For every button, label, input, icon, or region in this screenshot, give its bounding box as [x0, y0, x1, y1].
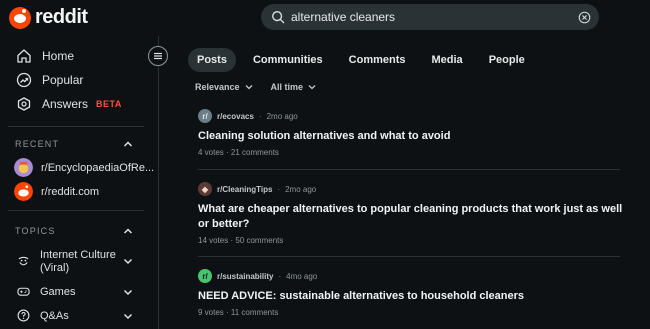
post-stats: 14 votes · 50 comments	[198, 236, 284, 245]
search-result-post[interactable]: r/ r/sustainability · 4mo ago NEED ADVIC…	[198, 269, 628, 317]
logo-text: reddit	[35, 6, 88, 28]
recent-item-label: r/EncyclopaediaOfRe...	[41, 161, 155, 174]
post-stats: 9 votes · 11 comments	[198, 308, 279, 317]
post-age: 2mo ago	[285, 184, 317, 194]
search-input[interactable]: alternative cleaners	[291, 10, 578, 24]
recent-item-label: r/reddit.com	[41, 185, 100, 198]
qa-icon	[17, 309, 30, 322]
subreddit-icon[interactable]: ◆	[198, 182, 212, 196]
tab-media[interactable]: Media	[423, 48, 472, 72]
popular-icon	[16, 72, 32, 88]
subreddit-avatar	[14, 182, 33, 201]
topic-label-line2: (Viral)	[40, 262, 70, 274]
post-comments: 50 comments	[235, 236, 284, 245]
sidebar-item-popular[interactable]: Popular	[16, 72, 83, 88]
expand-internet-culture-icon[interactable]	[122, 255, 134, 267]
clear-search-icon[interactable]	[578, 11, 591, 24]
collapse-sidebar-button[interactable]	[148, 46, 168, 66]
hamburger-icon	[154, 52, 162, 60]
top-bar: reddit alternative cleaners	[0, 0, 650, 36]
tab-comments[interactable]: Comments	[340, 48, 415, 72]
topic-label: Q&As	[40, 309, 69, 322]
subreddit-link[interactable]: r/CleaningTips	[217, 185, 272, 194]
topic-label: Internet Culture	[40, 249, 116, 261]
sidebar-divider	[8, 210, 144, 211]
sidebar-item-label: Home	[42, 49, 75, 63]
expand-qas-icon[interactable]	[122, 310, 134, 322]
search-result-tabs: Posts Communities Comments Media People	[188, 48, 542, 72]
post-meta: r/ r/ecovacs · 2mo ago	[198, 109, 628, 123]
gamepad-icon	[17, 287, 30, 296]
subreddit-link[interactable]: r/sustainability	[217, 272, 273, 281]
post-stats: 4 votes · 21 comments	[198, 148, 279, 157]
collapse-topics-icon[interactable]	[122, 225, 134, 237]
post-comments: 11 comments	[230, 308, 279, 317]
sort-label: Relevance	[195, 82, 240, 92]
time-label: All time	[270, 82, 304, 92]
sidebar-item-answers[interactable]: Answers BETA	[16, 96, 122, 112]
recent-section-title: RECENT	[15, 139, 60, 149]
recent-item-reddit-com[interactable]: r/reddit.com	[14, 182, 99, 201]
post-meta: r/ r/sustainability · 4mo ago	[198, 269, 628, 283]
subreddit-icon[interactable]: r/	[198, 269, 212, 283]
post-title[interactable]: NEED ADVICE: sustainable alternatives to…	[198, 289, 628, 304]
post-votes: 9 votes	[198, 308, 224, 317]
home-icon	[17, 49, 31, 63]
post-age: 4mo ago	[286, 271, 318, 281]
sidebar-item-label: Popular	[42, 73, 84, 87]
expand-games-icon[interactable]	[122, 286, 134, 298]
sidebar-item-label: Answers	[42, 97, 89, 111]
chevron-down-icon	[245, 85, 252, 90]
result-filters: Relevance All time	[195, 82, 316, 92]
search-result-post[interactable]: r/ r/ecovacs · 2mo ago Cleaning solution…	[198, 109, 628, 157]
meta-dot: ·	[278, 271, 282, 281]
tab-posts[interactable]: Posts	[188, 48, 236, 72]
recent-item-encyclopaedia[interactable]: r/EncyclopaediaOfRe...	[14, 158, 154, 177]
collapse-recent-icon[interactable]	[122, 138, 134, 150]
reddit-logo[interactable]: reddit	[9, 6, 88, 29]
tab-communities[interactable]: Communities	[244, 48, 332, 72]
topic-internet-culture[interactable]: Internet Culture (Viral)	[17, 249, 116, 275]
topic-games[interactable]: Games	[17, 285, 75, 298]
sidebar-item-home[interactable]: Home	[16, 48, 74, 64]
beta-badge: BETA	[96, 99, 122, 109]
post-votes: 4 votes	[198, 148, 224, 157]
search-result-post[interactable]: ◆ r/CleaningTips · 2mo ago What are chea…	[198, 182, 628, 245]
tab-people[interactable]: People	[480, 48, 534, 72]
post-votes: 14 votes	[198, 236, 229, 245]
meta-dot: ·	[258, 111, 262, 121]
subreddit-link[interactable]: r/ecovacs	[217, 112, 254, 121]
subreddit-icon[interactable]: r/	[198, 109, 212, 123]
left-sidebar: Home Popular Answers BETA RECENT r/Encyc…	[0, 36, 159, 329]
smile-icon	[18, 256, 29, 266]
post-age: 2mo ago	[266, 111, 298, 121]
search-bar[interactable]: alternative cleaners	[261, 4, 599, 30]
search-icon	[272, 11, 285, 24]
post-divider	[198, 169, 620, 170]
subreddit-avatar	[14, 158, 33, 177]
answers-icon	[17, 97, 31, 111]
post-title[interactable]: What are cheaper alternatives to popular…	[198, 202, 628, 232]
post-title[interactable]: Cleaning solution alternatives and what …	[198, 129, 628, 144]
reddit-snoo-icon	[9, 6, 31, 29]
post-comments: 21 comments	[230, 148, 279, 157]
meta-dot: ·	[277, 184, 281, 194]
topic-label: Games	[40, 285, 76, 298]
post-divider	[198, 256, 620, 257]
time-dropdown[interactable]: All time	[271, 82, 317, 92]
post-meta: ◆ r/CleaningTips · 2mo ago	[198, 182, 628, 196]
sort-dropdown[interactable]: Relevance	[195, 82, 253, 92]
chevron-down-icon	[308, 85, 316, 90]
sidebar-divider	[8, 126, 144, 127]
topic-qas[interactable]: Q&As	[17, 309, 69, 322]
topics-section-title: TOPICS	[15, 226, 56, 236]
